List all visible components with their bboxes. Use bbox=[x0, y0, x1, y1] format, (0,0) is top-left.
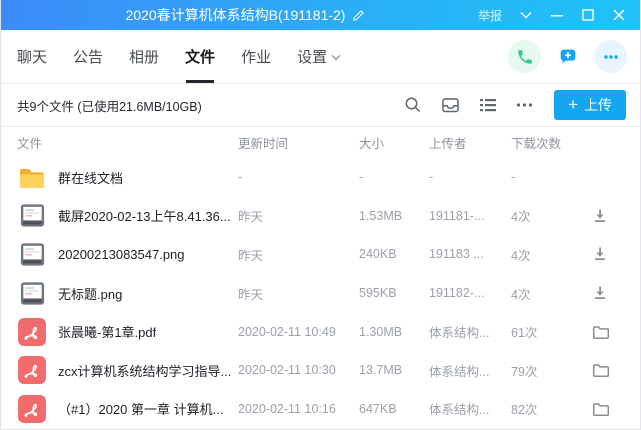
table-row[interactable]: 张晨曦-第1章.pdf 2020-02-11 10:49 1.30MB 体系结构… bbox=[1, 312, 640, 351]
file-table: 文件更新时间大小上传者下载次数 群在线文档 - - - - 截屏2020-02-… bbox=[1, 127, 640, 429]
table-row[interactable]: 截屏2020-02-13上午8.41.36... 昨天 1.53MB 19118… bbox=[1, 197, 640, 236]
list-view-icon[interactable] bbox=[479, 97, 497, 113]
table-row[interactable]: （#1）2020 第一章 计算机... 2020-02-11 10:16 647… bbox=[1, 390, 640, 429]
file-uploader: 191182-... bbox=[429, 286, 511, 300]
file-updated: 昨天 bbox=[238, 284, 359, 303]
file-size: 240KB bbox=[359, 247, 429, 261]
image-file-icon bbox=[17, 201, 47, 231]
folder-file-icon bbox=[17, 162, 47, 192]
image-file-icon bbox=[17, 239, 47, 269]
chevron-down-icon bbox=[331, 54, 341, 61]
more-dots-icon[interactable] bbox=[594, 40, 627, 73]
open-folder-icon[interactable] bbox=[592, 401, 610, 417]
tab-chat[interactable]: 聊天 bbox=[17, 30, 47, 83]
tabs: 聊天 公告 相册 文件 作业 设置 bbox=[17, 30, 367, 83]
file-uploader: 体系结构... bbox=[429, 399, 511, 418]
file-uploader: 体系结构... bbox=[429, 361, 511, 380]
table-row[interactable]: zcx计算机系统结构学习指导... 2020-02-11 10:30 13.7M… bbox=[1, 351, 640, 390]
file-name: 群在线文档 bbox=[58, 168, 123, 187]
file-size: 1.30MB bbox=[359, 325, 429, 339]
tab-label: 聊天 bbox=[17, 46, 47, 67]
search-icon[interactable] bbox=[404, 96, 422, 114]
pdf-file-icon bbox=[17, 317, 47, 347]
table-header: 文件更新时间大小上传者下载次数 bbox=[1, 127, 640, 158]
open-folder-icon[interactable] bbox=[592, 362, 610, 378]
file-uploader: 191183 ... bbox=[429, 247, 511, 261]
more-icon[interactable] bbox=[516, 97, 533, 113]
table-row[interactable]: 群在线文档 - - - - bbox=[1, 158, 640, 197]
phone-icon[interactable] bbox=[508, 40, 541, 73]
file-downloads: 61次 bbox=[511, 322, 576, 341]
file-size: 13.7MB bbox=[359, 363, 429, 377]
tab-label: 作业 bbox=[241, 46, 271, 67]
pencil-icon[interactable] bbox=[351, 8, 365, 22]
file-count-summary: 共9个文件 (已使用21.6MB/10GB) bbox=[17, 96, 202, 115]
file-updated: 2020-02-11 10:16 bbox=[238, 402, 359, 416]
download-icon[interactable] bbox=[592, 246, 608, 262]
file-name: zcx计算机系统结构学习指导... bbox=[58, 361, 231, 380]
upload-button-label: 上传 bbox=[584, 95, 612, 115]
file-downloads: - bbox=[511, 170, 576, 184]
window-title: 2020春计算机体系结构B(191181-2) bbox=[126, 5, 346, 25]
file-size: 647KB bbox=[359, 402, 429, 416]
chevron-down-icon[interactable] bbox=[519, 8, 533, 22]
tab-album[interactable]: 相册 bbox=[129, 30, 159, 83]
tab-files[interactable]: 文件 bbox=[185, 30, 215, 83]
upload-button[interactable]: + 上传 bbox=[554, 90, 626, 120]
file-updated: 昨天 bbox=[238, 206, 359, 225]
download-icon[interactable] bbox=[592, 285, 608, 301]
file-downloads: 4次 bbox=[511, 245, 576, 264]
chat-plus-icon[interactable] bbox=[551, 40, 584, 73]
image-file-icon bbox=[17, 278, 47, 308]
file-downloads: 4次 bbox=[511, 284, 576, 303]
file-name: 无标题.png bbox=[58, 284, 122, 303]
tab-announcement[interactable]: 公告 bbox=[73, 30, 103, 83]
tab-label: 文件 bbox=[185, 46, 215, 67]
titlebar: 2020春计算机体系结构B(191181-2) 举报 bbox=[1, 0, 640, 30]
close-icon[interactable] bbox=[612, 8, 626, 22]
file-uploader: 体系结构... bbox=[429, 322, 511, 341]
file-updated: 2020-02-11 10:49 bbox=[238, 325, 359, 339]
column-header: 上传者 bbox=[429, 133, 511, 152]
column-header: 下载次数 bbox=[511, 133, 576, 152]
plus-icon: + bbox=[568, 96, 578, 113]
minimize-icon[interactable] bbox=[550, 8, 564, 22]
file-size: 1.53MB bbox=[359, 209, 429, 223]
file-name: 张晨曦-第1章.pdf bbox=[58, 322, 156, 341]
tabbar: 聊天 公告 相册 文件 作业 设置 bbox=[1, 30, 640, 84]
group-file-window: 2020春计算机体系结构B(191181-2) 举报 聊天 公告 bbox=[0, 0, 641, 430]
file-downloads: 82次 bbox=[511, 399, 576, 418]
file-size: 595KB bbox=[359, 286, 429, 300]
column-header: 文件 bbox=[1, 133, 238, 152]
file-size: - bbox=[359, 170, 429, 184]
maximize-icon[interactable] bbox=[581, 8, 595, 22]
tab-label: 设置 bbox=[297, 46, 327, 67]
tab-settings[interactable]: 设置 bbox=[297, 30, 341, 83]
column-header: 更新时间 bbox=[238, 133, 359, 152]
tab-homework[interactable]: 作业 bbox=[241, 30, 271, 83]
file-downloads: 4次 bbox=[511, 206, 576, 225]
file-updated: 2020-02-11 10:30 bbox=[238, 363, 359, 377]
tab-label: 相册 bbox=[129, 46, 159, 67]
column-header: 大小 bbox=[359, 133, 429, 152]
table-row[interactable]: 无标题.png 昨天 595KB 191182-... 4次 bbox=[1, 274, 640, 313]
download-icon[interactable] bbox=[592, 208, 608, 224]
file-toolbar: 共9个文件 (已使用21.6MB/10GB) + 上传 bbox=[1, 84, 640, 127]
file-updated: 昨天 bbox=[238, 245, 359, 264]
open-folder-icon[interactable] bbox=[592, 324, 610, 340]
table-body: 群在线文档 - - - - 截屏2020-02-13上午8.41.36... 昨… bbox=[1, 158, 640, 428]
report-link[interactable]: 举报 bbox=[478, 7, 502, 24]
file-uploader: - bbox=[429, 170, 511, 184]
file-name: 20200213083547.png bbox=[58, 247, 185, 262]
file-name: 截屏2020-02-13上午8.41.36... bbox=[58, 206, 231, 225]
tab-label: 公告 bbox=[73, 46, 103, 67]
file-updated: - bbox=[238, 170, 359, 184]
file-name: （#1）2020 第一章 计算机... bbox=[58, 399, 223, 418]
file-uploader: 191181-... bbox=[429, 209, 511, 223]
table-row[interactable]: 20200213083547.png 昨天 240KB 191183 ... 4… bbox=[1, 235, 640, 274]
inbox-icon[interactable] bbox=[441, 96, 460, 114]
pdf-file-icon bbox=[17, 355, 47, 385]
pdf-file-icon bbox=[17, 394, 47, 424]
file-downloads: 79次 bbox=[511, 361, 576, 380]
